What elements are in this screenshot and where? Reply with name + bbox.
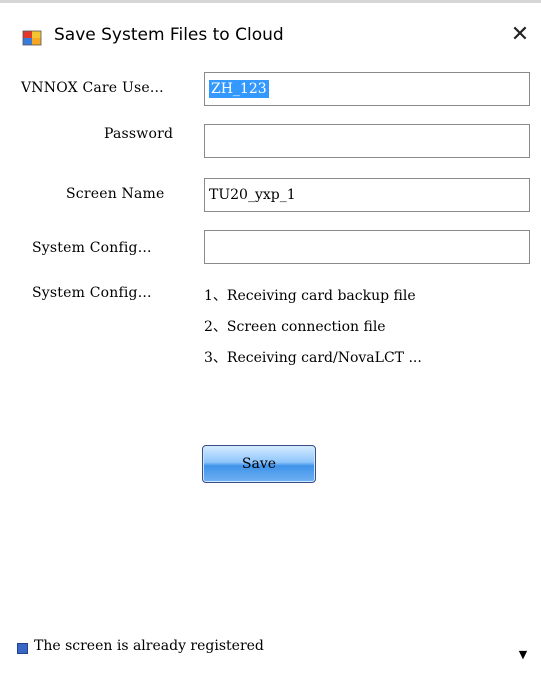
system-config-files-label: System Config... xyxy=(32,285,152,301)
screen-name-input[interactable]: TU20_yxp_1 xyxy=(204,178,530,212)
password-label: Password xyxy=(104,126,174,142)
system-config-label: System Config... xyxy=(32,240,152,256)
screen-name-value: TU20_yxp_1 xyxy=(209,187,296,203)
close-icon[interactable]: ✕ xyxy=(507,23,533,49)
window-title: Save System Files to Cloud xyxy=(54,25,284,45)
care-user-label: VNNOX Care Use... xyxy=(21,80,164,96)
status-indicator-icon xyxy=(17,643,28,654)
care-user-input[interactable]: ZH_123 xyxy=(204,72,530,106)
app-window-icon xyxy=(22,29,42,47)
save-button[interactable]: Save xyxy=(202,445,316,483)
status-text: The screen is already registered xyxy=(34,638,264,654)
system-config-input[interactable] xyxy=(204,230,530,264)
screen-name-label: Screen Name xyxy=(66,186,165,202)
password-input[interactable] xyxy=(204,124,530,158)
file-item: 1、Receiving card backup file xyxy=(204,288,416,304)
title-bar: Save System Files to Cloud ✕ xyxy=(0,3,541,58)
file-item: 2、Screen connection file xyxy=(204,319,386,335)
chevron-down-icon[interactable]: ▼ xyxy=(513,643,533,667)
care-user-value: ZH_123 xyxy=(209,80,269,98)
file-item: 3、Receiving card/NovaLCT ... xyxy=(204,350,422,366)
